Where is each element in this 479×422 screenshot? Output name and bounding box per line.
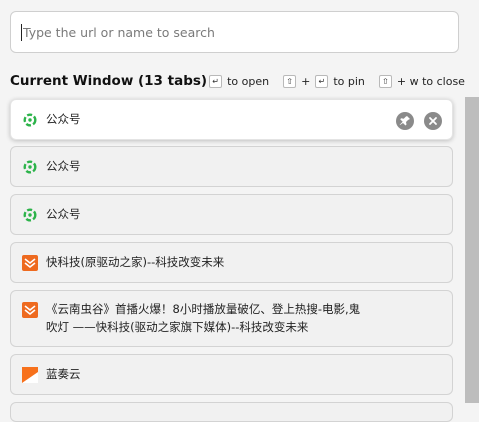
pin-icon[interactable]: [396, 112, 414, 130]
search-input[interactable]: [10, 11, 459, 53]
wechat-icon: [23, 208, 37, 222]
window-header: Current Window (13 tabs) ↵ to open ⇧ + ↵…: [10, 72, 475, 90]
pin-hint: to pin: [333, 74, 365, 88]
shift-key-icon: ⇧: [378, 74, 392, 88]
tab-item[interactable]: 蓝奏云: [10, 354, 453, 395]
tab-title-line-2: 吹灯 ——快科技(驱动之家旗下媒体)--科技改变未来: [46, 320, 309, 334]
tab-title-line-1: 《云南虫谷》首播火爆！8小时播放量破亿、登上热搜-电影,鬼: [46, 302, 361, 316]
text-caret: [21, 24, 22, 41]
tab-title: 公众号: [46, 159, 81, 173]
scrollbar[interactable]: [465, 97, 479, 403]
close-icon[interactable]: [424, 112, 442, 130]
tab-title: 公众号: [46, 207, 81, 221]
tab-title: 快科技(原驱动之家)--科技改变未来: [46, 255, 225, 269]
lanzou-icon: [22, 367, 38, 383]
tab-title: 蓝奏云: [46, 367, 81, 381]
tab-item[interactable]: 公众号: [10, 99, 453, 140]
window-title: Current Window (13 tabs): [10, 73, 208, 89]
wechat-icon: [23, 160, 37, 174]
wechat-icon: [23, 113, 37, 127]
enter-key-icon: ↵: [209, 74, 223, 88]
enter-key-icon: ↵: [315, 74, 329, 88]
tab-title: 公众号: [46, 112, 81, 126]
plus-sign: +: [301, 74, 311, 88]
tab-item[interactable]: 公众号: [10, 194, 453, 235]
mydrivers-icon: [22, 302, 38, 318]
tab-item[interactable]: 公众号: [10, 146, 453, 187]
tab-item[interactable]: 快科技(原驱动之家)--科技改变未来: [10, 242, 453, 283]
tab-item[interactable]: [10, 402, 453, 422]
close-hint: + w to close: [396, 74, 465, 88]
shift-key-icon: ⇧: [283, 74, 297, 88]
tab-item[interactable]: 《云南虫谷》首播火爆！8小时播放量破亿、登上热搜-电影,鬼 吹灯 ——快科技(驱…: [10, 290, 453, 347]
open-hint: to open: [227, 74, 270, 88]
mydrivers-icon: [22, 255, 38, 271]
